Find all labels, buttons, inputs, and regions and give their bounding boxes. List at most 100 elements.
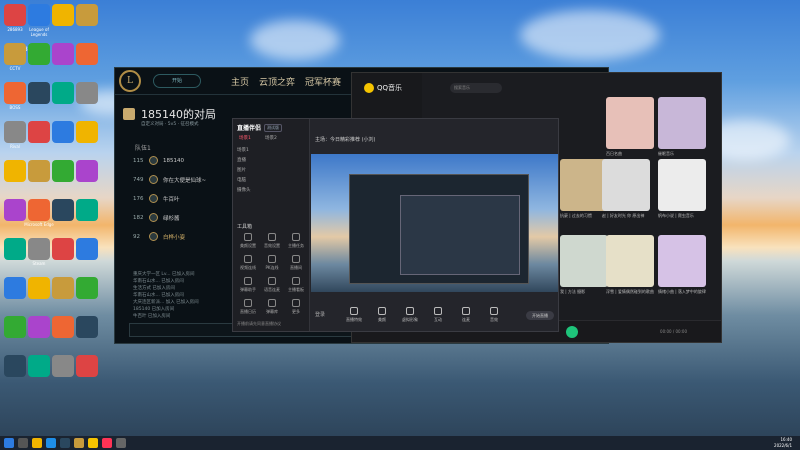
desktop-app-icon[interactable] — [28, 316, 50, 338]
desktop-app-icon[interactable] — [52, 4, 74, 26]
desktop-app-icon[interactable] — [76, 4, 98, 26]
player-row[interactable]: 182 绿杉酱 — [133, 213, 180, 222]
start-live-button[interactable]: 开始直播 — [526, 311, 554, 320]
desktop-app-icon[interactable] — [52, 238, 74, 260]
steam-icon[interactable] — [60, 438, 70, 448]
tool-button[interactable]: 音效设置 — [261, 233, 283, 249]
desktop-app-icon[interactable] — [4, 199, 26, 221]
tool-button[interactable]: 美颜设置 — [237, 233, 259, 249]
interact-button[interactable]: 互动 — [425, 307, 451, 323]
desktop-app-icon[interactable] — [4, 4, 26, 26]
edge-icon[interactable] — [46, 438, 56, 448]
desktop-app-icon[interactable] — [52, 199, 74, 221]
tool-button[interactable]: 主播任务 — [285, 233, 307, 249]
tab-scene-1[interactable]: 场景1 — [239, 135, 251, 141]
desktop-app-icon[interactable] — [76, 355, 98, 377]
desktop-app-icon[interactable] — [76, 199, 98, 221]
tool-button[interactable]: 弹幕库 — [261, 299, 283, 315]
desktop-app-icon[interactable] — [76, 160, 98, 182]
desktop-app-icon[interactable] — [76, 82, 98, 104]
league-logo-icon[interactable]: L — [119, 70, 141, 92]
start-icon[interactable] — [4, 438, 14, 448]
desktop-app-icon[interactable] — [28, 43, 50, 65]
desktop-app-icon[interactable] — [76, 121, 98, 143]
desktop-app-icon[interactable] — [52, 316, 74, 338]
qq-playlist-tile[interactable] — [560, 159, 608, 211]
tool-button[interactable]: 弹幕助手 — [237, 277, 259, 293]
player-row[interactable]: 115 185140 — [133, 156, 184, 165]
desktop-app-icon[interactable] — [4, 43, 26, 65]
effects-button[interactable]: 直播特效 — [341, 307, 367, 323]
desktop-app-icon[interactable] — [76, 277, 98, 299]
tool-button[interactable]: 直播日历 — [237, 299, 259, 315]
desktop-app-icon[interactable] — [28, 4, 50, 26]
scene-item[interactable]: 摄像头 — [237, 187, 251, 193]
live-helper-icon[interactable] — [102, 438, 112, 448]
play-button[interactable]: 开始 — [153, 74, 201, 88]
tool-button[interactable]: 视频连线 — [237, 255, 259, 271]
desktop-app-icon[interactable] — [4, 355, 26, 377]
nav-tft[interactable]: 云顶之弈 — [259, 75, 295, 88]
scene-item[interactable]: 直播 — [237, 157, 246, 163]
qq-playlist-tile[interactable] — [560, 235, 608, 287]
qq-playlist-tile[interactable] — [658, 159, 706, 211]
scene-item[interactable]: 电脑 — [237, 177, 246, 183]
mic-button[interactable]: 连麦 — [453, 307, 479, 323]
file-explorer-icon[interactable] — [32, 438, 42, 448]
toolbox-title: 工具箱 — [237, 224, 253, 230]
league-icon[interactable] — [74, 438, 84, 448]
scene-item[interactable]: 场景1 — [237, 147, 249, 153]
tool-button[interactable]: 主播看板 — [285, 277, 307, 293]
desktop-app-icon[interactable] — [28, 355, 50, 377]
desktop-app-icon[interactable] — [4, 121, 26, 143]
qq-playlist-tile[interactable] — [606, 235, 654, 287]
desktop-app-icon[interactable] — [4, 316, 26, 338]
play-pause-button[interactable] — [566, 326, 578, 338]
desktop-app-icon[interactable] — [52, 355, 74, 377]
qq-playlist-tile[interactable] — [606, 97, 654, 149]
desktop-app-icon[interactable] — [52, 160, 74, 182]
tool-button[interactable]: PK连线 — [261, 255, 283, 271]
tool-button[interactable]: 语音连麦 — [261, 277, 283, 293]
desktop-app-icon[interactable] — [52, 121, 74, 143]
desktop-app-icon[interactable] — [28, 82, 50, 104]
desktop-app-icon[interactable] — [4, 238, 26, 260]
app-icon[interactable] — [116, 438, 126, 448]
desktop-app-icon[interactable] — [4, 160, 26, 182]
qq-playlist-tile[interactable] — [602, 159, 650, 211]
qq-playlist-tile[interactable] — [658, 235, 706, 287]
tool-button[interactable]: 直播间 — [285, 255, 307, 271]
desktop-app-icon[interactable] — [28, 121, 50, 143]
scene-item[interactable]: 图片 — [237, 167, 246, 173]
player-row[interactable]: 176 牛百叶 — [133, 194, 180, 203]
player-level: 176 — [133, 195, 144, 202]
desktop-app-icon[interactable] — [76, 316, 98, 338]
qq-playlist-tile[interactable] — [658, 97, 706, 149]
desktop-app-icon[interactable] — [28, 238, 50, 260]
tab-scene-2[interactable]: 场景2 — [265, 135, 277, 141]
player-row-self[interactable]: 92 白桦小姿 — [133, 232, 185, 241]
avatar-button[interactable]: 虚拟形象 — [397, 307, 423, 323]
beauty-button[interactable]: 美颜 — [369, 307, 395, 323]
nav-clash[interactable]: 冠军杯赛 — [305, 75, 341, 88]
system-clock[interactable]: 16:40 2022/6/1 — [774, 437, 792, 449]
tool-button[interactable]: 更多 — [285, 299, 307, 315]
desktop-app-icon[interactable] — [76, 43, 98, 65]
desktop-app-icon[interactable] — [28, 199, 50, 221]
desktop-app-icon[interactable] — [28, 160, 50, 182]
desktop-app-icon[interactable] — [52, 82, 74, 104]
desktop-app-icon[interactable] — [52, 43, 74, 65]
desktop-app-icon[interactable] — [28, 277, 50, 299]
qq-music-logo-text: QQ音乐 — [377, 84, 403, 92]
nav-home[interactable]: 主页 — [231, 75, 249, 88]
desktop-app-icon[interactable] — [4, 277, 26, 299]
desktop-app-icon[interactable] — [76, 238, 98, 260]
player-row[interactable]: 749 你在大便是仙球~ — [133, 175, 206, 184]
search-icon[interactable] — [18, 438, 28, 448]
desktop-app-icon[interactable] — [4, 82, 26, 104]
desktop-app-icon[interactable] — [52, 277, 74, 299]
qq-music-icon[interactable] — [88, 438, 98, 448]
qq-search-input[interactable]: 搜索音乐 — [450, 83, 502, 93]
signin-link[interactable]: 登录 — [315, 311, 325, 318]
sound-button[interactable]: 音效 — [481, 307, 507, 323]
